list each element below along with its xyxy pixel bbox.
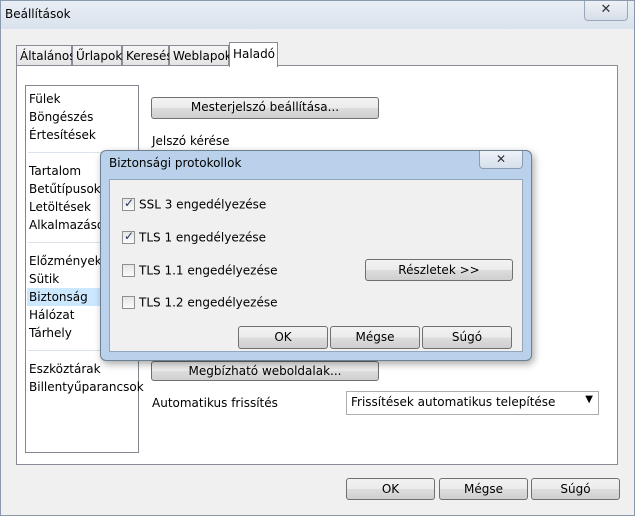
sidebar-item-browsing[interactable]: Böngészés — [29, 108, 93, 126]
tab-webpages[interactable]: Weblapok — [169, 45, 232, 66]
checkbox-checked-icon[interactable] — [122, 196, 135, 211]
master-password-button[interactable]: Mesterjelszó beállítása... — [151, 97, 379, 119]
auto-update-label: Automatikus frissítés — [152, 396, 278, 410]
trusted-sites-button[interactable]: Megbízható weboldalak... — [151, 361, 379, 381]
sidebar-item-cookies[interactable]: Sütik — [29, 270, 59, 288]
sidebar-item-security[interactable]: Biztonság — [27, 288, 107, 306]
ok-button[interactable]: OK — [346, 478, 435, 500]
dialog-ok-button[interactable]: OK — [238, 326, 328, 349]
tab-general[interactable]: Általános — [16, 45, 76, 66]
tls11-checkbox-row[interactable]: TLS 1.1 engedélyezése — [122, 263, 277, 279]
tls11-label: TLS 1.1 engedélyezése — [139, 263, 278, 278]
sidebar-item-downloads[interactable]: Letöltések — [29, 198, 91, 216]
sidebar-item-applications[interactable]: Alkalmazások — [29, 216, 111, 234]
window-title: Beállítások — [5, 7, 71, 21]
tls12-checkbox-row[interactable]: TLS 1.2 engedélyezése — [122, 295, 277, 311]
sidebar-item-storage[interactable]: Tárhely — [29, 324, 72, 342]
tls12-label: TLS 1.2 engedélyezése — [139, 295, 278, 310]
help-button[interactable]: Súgó — [531, 478, 620, 500]
sidebar-item-network[interactable]: Hálózat — [29, 306, 74, 324]
sidebar-item-tabs[interactable]: Fülek — [29, 90, 61, 108]
password-prompt-label: Jelszó kérése — [152, 134, 230, 148]
close-icon[interactable]: ✕ — [479, 151, 523, 169]
checkbox-unchecked-icon[interactable] — [122, 296, 135, 309]
close-icon[interactable]: ✕ — [584, 1, 628, 21]
auto-update-value: Frissítések automatikus telepítése — [351, 395, 556, 409]
tab-search[interactable]: Keresés — [122, 45, 173, 66]
ssl3-label: SSL 3 engedélyezése — [139, 197, 267, 212]
title-bar: Beállítások ✕ — [1, 1, 634, 29]
auto-update-select[interactable]: Frissítések automatikus telepítése ▼ — [346, 391, 599, 415]
sidebar-item-fonts[interactable]: Betűtípusok — [29, 180, 101, 198]
sidebar-item-toolbars[interactable]: Eszköztárak — [29, 360, 101, 378]
checkbox-unchecked-icon[interactable] — [122, 264, 135, 277]
dialog-title: Biztonsági protokollok — [109, 156, 242, 170]
dialog-body: SSL 3 engedélyezése TLS 1 engedélyezése … — [109, 179, 523, 352]
sidebar-item-history[interactable]: Előzmények — [29, 252, 102, 270]
sidebar-item-notifications[interactable]: Értesítések — [29, 126, 96, 144]
sidebar-item-content[interactable]: Tartalom — [29, 162, 81, 180]
tls1-checkbox-row[interactable]: TLS 1 engedélyezése — [122, 229, 267, 246]
dialog-help-button[interactable]: Súgó — [422, 326, 512, 349]
chevron-down-icon: ▼ — [585, 394, 593, 405]
checkbox-checked-icon[interactable] — [122, 229, 135, 244]
security-protocols-dialog: Biztonsági protokollok ✕ SSL 3 engedélye… — [100, 150, 532, 361]
cancel-button[interactable]: Mégse — [439, 478, 528, 500]
tls1-label: TLS 1 engedélyezése — [139, 230, 267, 245]
tab-forms[interactable]: Űrlapok — [72, 45, 122, 66]
details-button[interactable]: Részletek >> — [365, 259, 513, 281]
tab-advanced[interactable]: Haladó — [229, 42, 278, 67]
sidebar-item-shortcuts[interactable]: Billentyűparancsok — [29, 378, 144, 396]
dialog-cancel-button[interactable]: Mégse — [330, 326, 420, 349]
ssl3-checkbox-row[interactable]: SSL 3 engedélyezése — [122, 196, 267, 213]
